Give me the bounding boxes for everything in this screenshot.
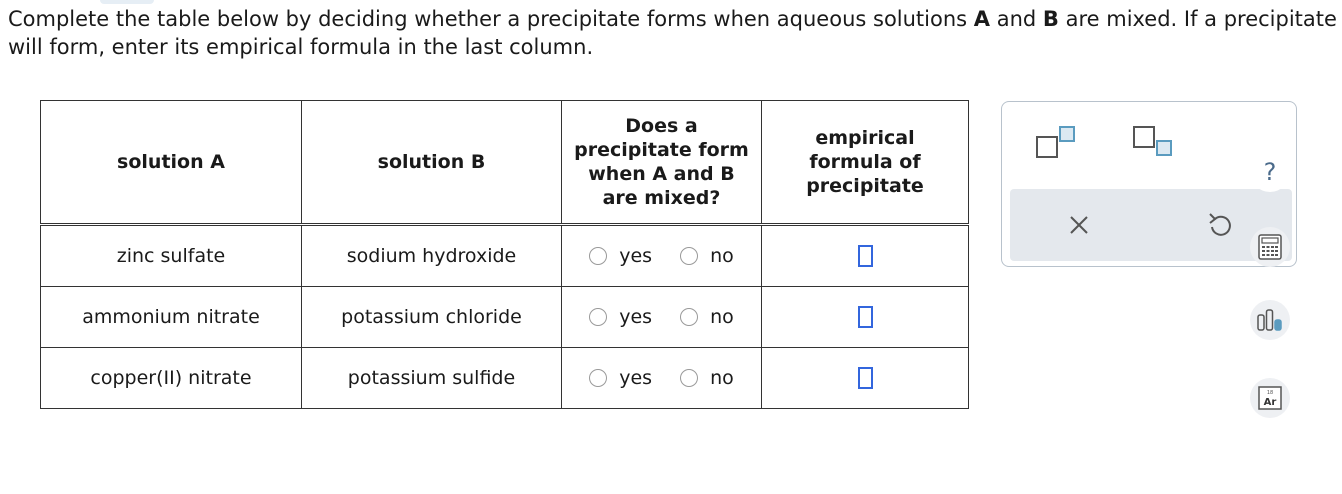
periodic-number: 18 (1267, 390, 1273, 396)
radio-no-label: no (710, 367, 734, 389)
radio-circle[interactable] (589, 247, 608, 265)
instructions-bold-a: A (973, 7, 991, 31)
precipitate-choice-cell: yes no (561, 347, 762, 409)
header-precip-line: Does a (625, 115, 698, 137)
calculator-icon (1258, 234, 1282, 260)
formula-answer-cell (761, 223, 969, 287)
radio-circle[interactable] (680, 247, 699, 265)
solution-a-cell: ammonium nitrate (40, 286, 302, 348)
instructions-bold-b: B (1042, 7, 1059, 31)
radio-circle[interactable] (589, 308, 608, 326)
radio-group: yes no (562, 245, 761, 267)
solution-a-cell: copper(II) nitrate (40, 347, 302, 409)
header-precip-line: precipitate form (574, 139, 749, 161)
periodic-table-icon: 18 Ar (1258, 386, 1282, 410)
header-precip-line: are mixed? (602, 187, 721, 209)
radio-no[interactable]: no (680, 367, 734, 389)
solution-b-cell: potassium chloride (301, 286, 562, 348)
radio-yes[interactable]: yes (589, 367, 652, 389)
formula-answer-input[interactable] (857, 306, 873, 329)
precipitate-choice-cell: yes no (561, 286, 762, 348)
radio-yes-label: yes (619, 245, 653, 267)
header-solution-b: solution B (301, 100, 562, 225)
header-solution-a: solution A (40, 100, 302, 225)
solution-b-cell: sodium hydroxide (301, 223, 562, 287)
question-instructions: Complete the table below by deciding whe… (8, 5, 1338, 61)
header-precip-line: when A and B (588, 163, 735, 185)
radio-yes-label: yes (619, 306, 653, 328)
calculator-button[interactable] (1250, 227, 1290, 267)
instructions-text-2: and (990, 7, 1043, 31)
periodic-symbol: Ar (1264, 397, 1277, 408)
help-icon: ? (1263, 158, 1277, 186)
table-row: zinc sulfate sodium hydroxide yes no (40, 223, 969, 287)
solution-b-cell: potassium sulfide (301, 347, 562, 409)
radio-circle[interactable] (680, 308, 699, 326)
formula-answer-cell (761, 347, 969, 409)
table-row: copper(II) nitrate potassium sulfide yes… (40, 347, 969, 409)
bar-chart-icon (1257, 309, 1282, 331)
formula-answer-cell (761, 286, 969, 348)
radio-yes[interactable]: yes (589, 245, 652, 267)
subscript-template-icon[interactable] (1132, 125, 1178, 165)
header-formula-line: formula of (809, 151, 921, 173)
radio-yes-label: yes (619, 367, 653, 389)
radio-no[interactable]: no (680, 306, 734, 328)
table-row: ammonium nitrate potassium chloride yes … (40, 286, 969, 348)
formula-answer-input[interactable] (857, 367, 873, 390)
radio-circle[interactable] (680, 369, 699, 387)
radio-group: yes no (562, 306, 761, 328)
radio-no[interactable]: no (680, 245, 734, 267)
top-tab-indicator (100, 0, 154, 4)
radio-no-label: no (710, 306, 734, 328)
header-precipitate-question: Does a precipitate form when A and B are… (561, 100, 762, 225)
header-empirical-formula: empirical formula of precipitate (761, 100, 969, 225)
solution-a-cell: zinc sulfate (40, 223, 302, 287)
radio-yes[interactable]: yes (589, 306, 652, 328)
header-formula-line: precipitate (806, 175, 924, 197)
formula-answer-input[interactable] (857, 245, 873, 268)
data-chart-button[interactable] (1250, 300, 1290, 340)
precipitate-choice-cell: yes no (561, 223, 762, 287)
clear-icon[interactable] (1068, 214, 1090, 240)
periodic-table-button[interactable]: 18 Ar (1250, 378, 1290, 418)
precipitate-table: solution A solution B Does a precipitate… (40, 100, 969, 409)
undo-icon[interactable] (1207, 211, 1233, 243)
radio-no-label: no (710, 245, 734, 267)
header-formula-line: empirical (815, 127, 915, 149)
instructions-text-1: Complete the table below by deciding whe… (8, 7, 974, 31)
radio-circle[interactable] (589, 369, 608, 387)
table-header-row: solution A solution B Does a precipitate… (40, 100, 969, 225)
radio-group: yes no (562, 367, 761, 389)
superscript-template-icon[interactable] (1035, 125, 1081, 165)
help-button[interactable]: ? (1250, 152, 1290, 192)
